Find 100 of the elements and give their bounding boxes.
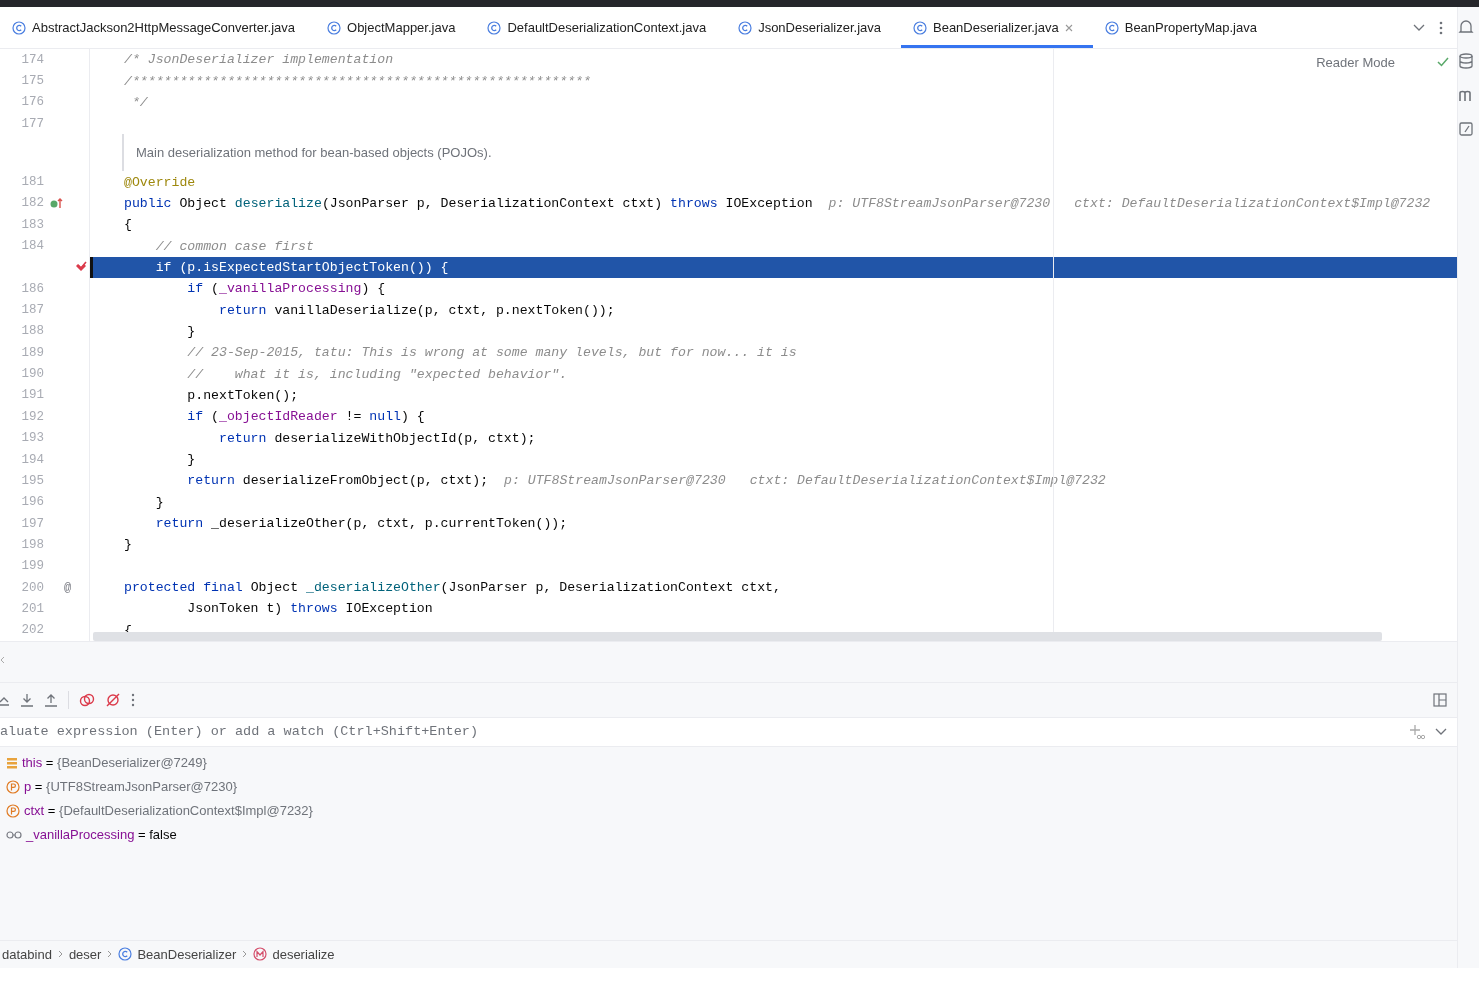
code-line: return _deserializeOther(p, ctxt, p.currentToken());: [154, 516, 568, 532]
file-tab[interactable]: DefaultDeserializationContext.java: [475, 7, 727, 48]
class-icon: [327, 20, 341, 35]
line-number: 188: [20, 324, 44, 339]
line-number: 181: [20, 175, 44, 190]
add-watch-icon[interactable]: [1409, 724, 1425, 740]
chevron-right-icon: [242, 950, 248, 959]
mute-breakpoints-icon[interactable]: [105, 692, 121, 708]
line-number: 200: [20, 580, 44, 595]
code-line: // 23-Sep-2015, tatu: This is wrong at some many levels, but for now... it is: [186, 345, 797, 361]
line-number: 197: [20, 516, 44, 531]
reader-mode-link[interactable]: Reader Mode: [1316, 55, 1395, 70]
class-icon: [1104, 20, 1119, 35]
line-number: 174: [20, 52, 44, 67]
inline-value-hint: p: UTF8StreamJsonParser@7230: [504, 473, 726, 489]
line-number: 183: [20, 217, 44, 232]
variable-entry[interactable]: p = {UTF8StreamJsonParser@7230}: [24, 779, 238, 795]
database-icon[interactable]: [1458, 53, 1474, 69]
step-out-icon[interactable]: [44, 693, 58, 707]
breadcrumb[interactable]: deser: [68, 946, 102, 962]
glasses-icon: [6, 830, 22, 840]
class-icon: [913, 20, 927, 35]
gutter-mark[interactable]: @: [64, 580, 72, 595]
code-line: return vanillaDeserialize(p, ctxt, p.nextToken());: [217, 302, 615, 318]
line-number: 184: [20, 239, 44, 254]
code-line: // what it is, including "expected behavior".: [186, 366, 568, 382]
line-number: 176: [20, 95, 44, 110]
line-number: 190: [20, 367, 44, 382]
parameter-icon: [6, 780, 20, 794]
code-line: if (p.isExpectedStartObjectToken()) {: [154, 259, 449, 275]
chevron-right-icon: [107, 950, 113, 959]
notebook-icon[interactable]: [1458, 121, 1474, 137]
code-line: if (_objectIdReader != null) {: [186, 409, 425, 425]
code-line: /* JsonDeserializer implementation: [124, 52, 394, 68]
line-number: 195: [20, 473, 44, 488]
chevron-down-icon[interactable]: [1413, 23, 1425, 32]
file-tab[interactable]: JsonDeserializer.java: [726, 7, 901, 48]
breadcrumb[interactable]: deserialize: [253, 946, 335, 962]
bell-icon[interactable]: [1458, 19, 1474, 35]
code-line: public Object deserialize(JsonParser p, DeserializationContext ctxt) throws IOException: [124, 195, 813, 211]
file-tab[interactable]: BeanPropertyMap.java: [1092, 7, 1277, 48]
breadcrumb[interactable]: BeanDeserializer: [118, 946, 237, 962]
code-line: @Override: [124, 174, 196, 190]
view-breakpoints-icon[interactable]: [79, 692, 95, 708]
implements-icon[interactable]: [50, 197, 64, 210]
line-number: 201: [20, 601, 44, 616]
class-icon: [12, 20, 26, 35]
code-line: /**********************************************************: [124, 73, 591, 89]
file-tab[interactable]: BeanDeserializer.java: [901, 7, 1093, 48]
chevron-left-icon[interactable]: [0, 656, 5, 664]
inline-value-hint: ctxt: DefaultDeserializationContext$Impl@7232: [1074, 195, 1431, 211]
line-number: 196: [20, 495, 44, 510]
line-number: 177: [20, 116, 44, 131]
line-number: 186: [20, 281, 44, 296]
variable-entry[interactable]: _vanillaProcessing = false: [26, 827, 177, 843]
close-icon[interactable]: [1064, 23, 1073, 32]
layout-icon[interactable]: [1433, 693, 1447, 707]
method-icon: [253, 947, 268, 962]
chevron-down-icon[interactable]: [1435, 728, 1447, 736]
line-number: 193: [20, 431, 44, 446]
code-line: }: [124, 537, 132, 553]
breadcrumb[interactable]: databind: [2, 946, 52, 962]
code-line: p.nextToken();: [186, 388, 299, 403]
check-icon: [1437, 57, 1449, 67]
field-list-icon: [6, 757, 18, 769]
more-icon[interactable]: [131, 693, 135, 707]
inline-value-hint: p: UTF8StreamJsonParser@7230: [828, 195, 1051, 211]
code-line: */: [130, 94, 148, 110]
code-line: }: [154, 494, 164, 510]
inline-value-hint: ctxt: DefaultDeserializationContext$Impl@7232: [749, 473, 1106, 489]
file-tab[interactable]: ObjectMapper.java: [315, 7, 476, 48]
class-icon: [487, 20, 502, 35]
line-number: 191: [20, 388, 44, 403]
code-line: JsonToken t) throws IOException: [186, 601, 433, 617]
code-line: // common case first: [154, 238, 314, 254]
step-into-icon[interactable]: [20, 693, 34, 707]
variable-entry[interactable]: ctxt = {DefaultDeserializationContext$Impl@7232}: [24, 803, 313, 819]
line-number: 194: [20, 452, 44, 467]
line-number: 182: [20, 196, 44, 211]
line-number: 175: [20, 74, 44, 88]
code-line: }: [186, 323, 196, 339]
line-number: 189: [20, 345, 44, 360]
code-line: return deserializeWithObjectId(p, ctxt);: [217, 430, 536, 446]
class-icon: [118, 947, 133, 962]
line-number: 202: [20, 623, 44, 638]
line-number: 187: [20, 303, 44, 318]
code-line: return deserializeFromObject(p, ctxt);: [186, 473, 489, 489]
variable-entry[interactable]: this = {BeanDeserializer@7249}: [22, 755, 207, 771]
code-line: {: [124, 217, 132, 233]
class-icon: [738, 20, 753, 35]
line-number: 199: [20, 559, 44, 574]
scrollbar[interactable]: [93, 632, 1382, 641]
chevron-right-icon: [57, 950, 63, 959]
parameter-icon: [6, 804, 20, 818]
code-line: }: [186, 452, 196, 467]
more-icon[interactable]: [1439, 20, 1443, 35]
code-line: protected final Object _deserializeOther(JsonParser p, DeserializationContext ctxt,: [124, 580, 781, 596]
file-tab[interactable]: AbstractJackson2HttpMessageConverter.java: [0, 7, 315, 48]
line-number: 198: [20, 537, 44, 552]
line-number: 192: [20, 409, 44, 424]
